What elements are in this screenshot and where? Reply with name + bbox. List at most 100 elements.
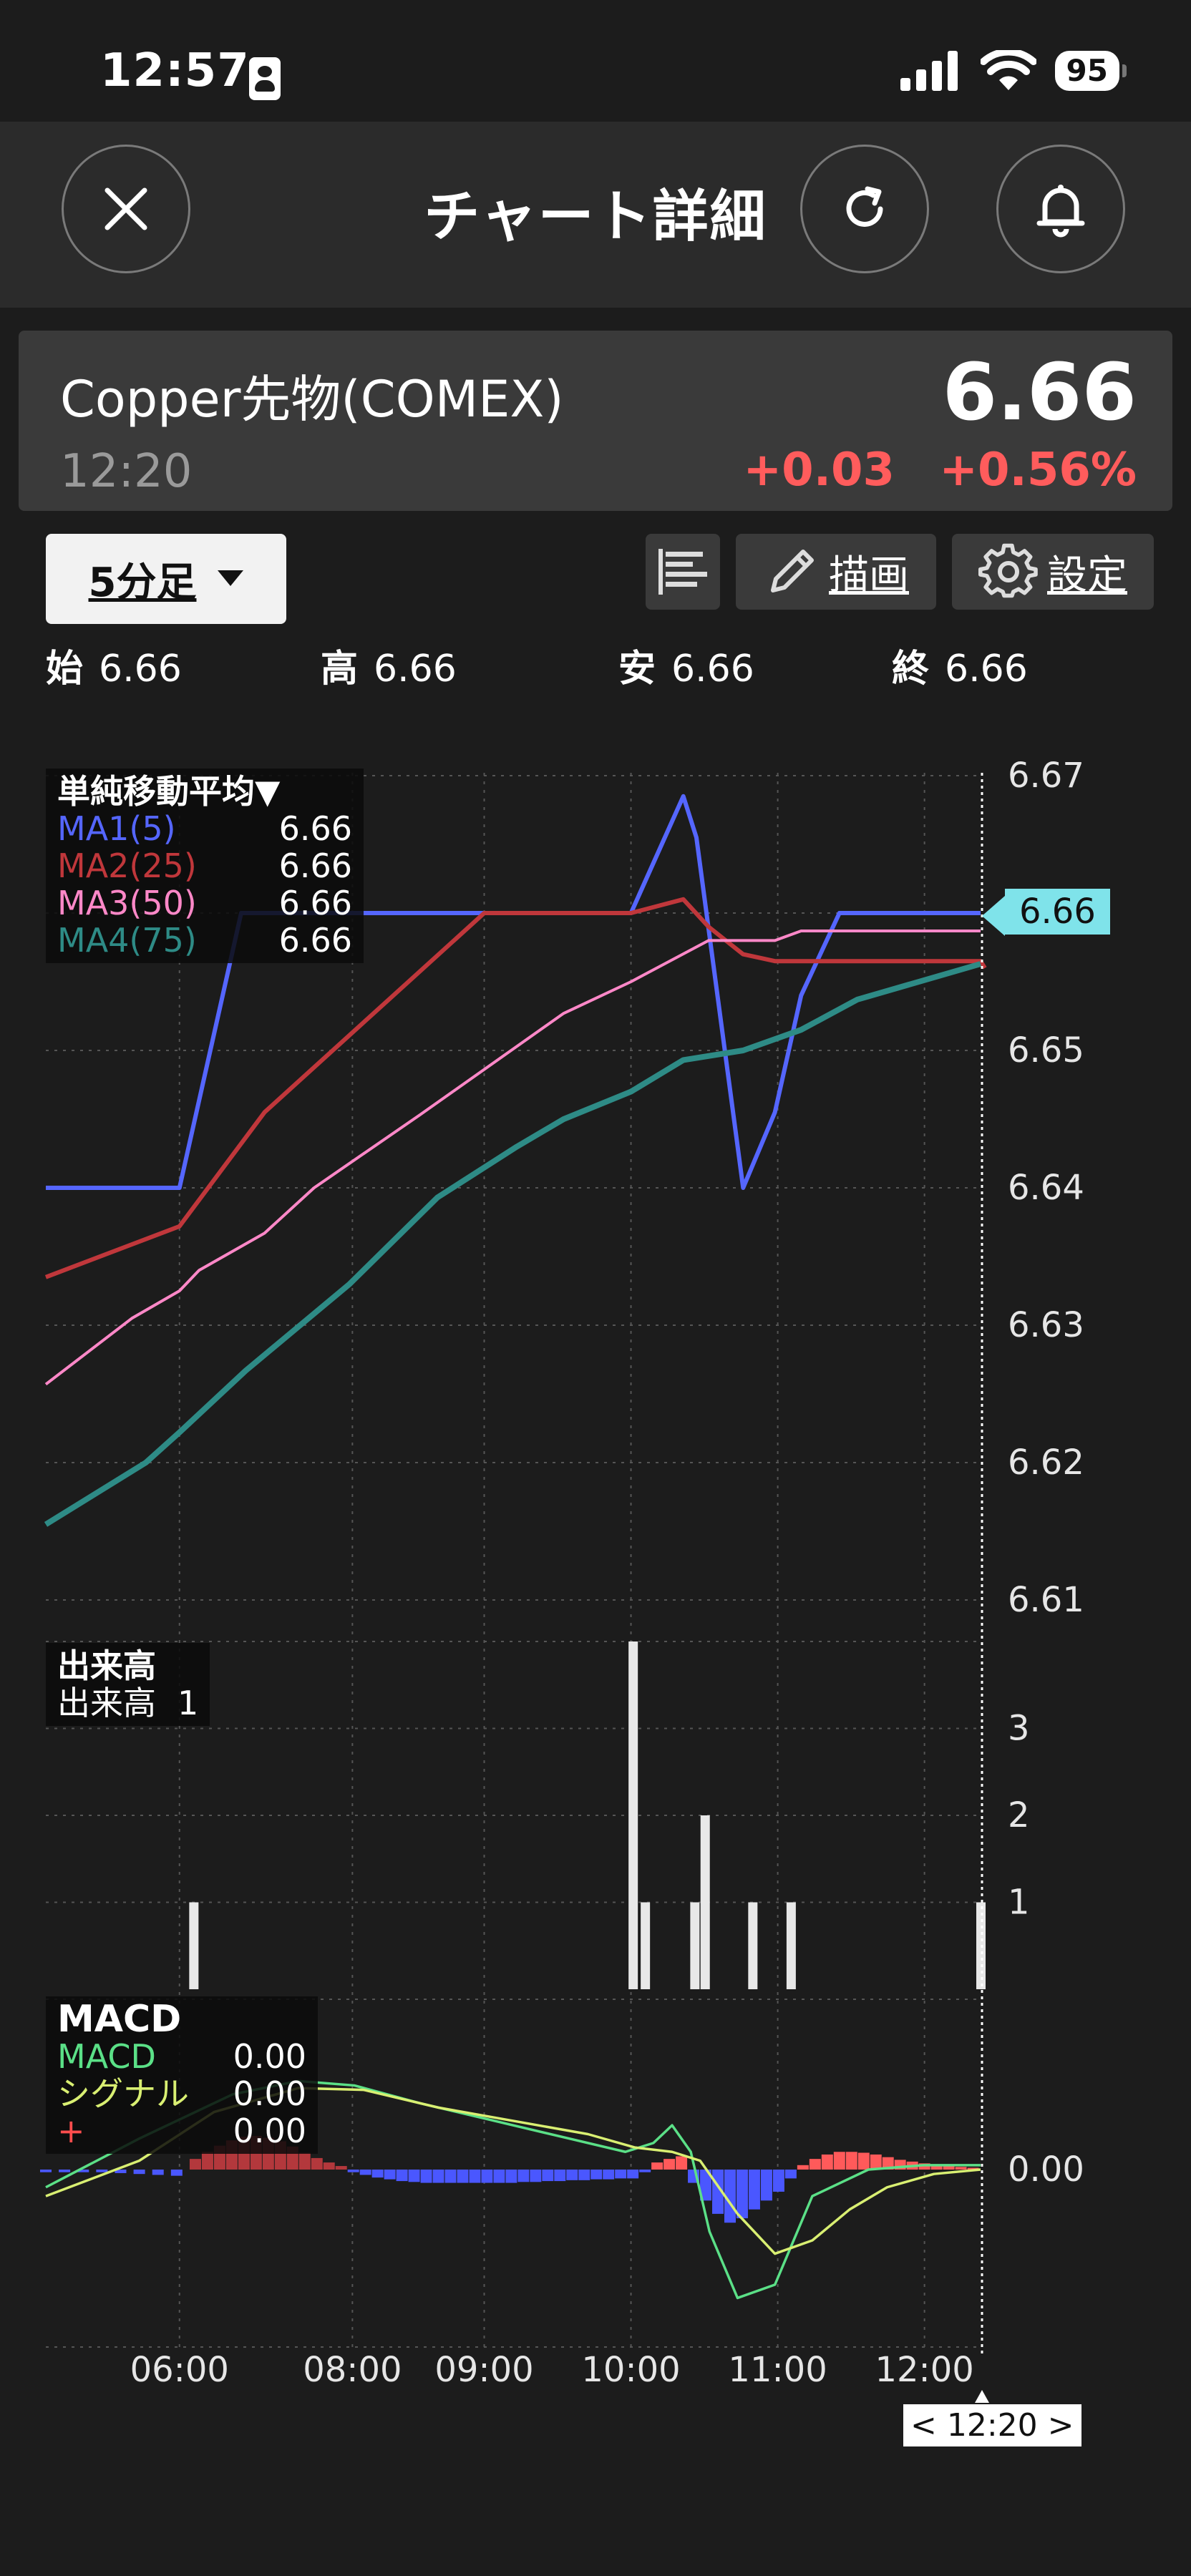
settings-button[interactable]: 設定 (952, 534, 1154, 610)
battery-cap (1122, 64, 1127, 77)
ohlc-high: 高 6.66 (321, 638, 457, 692)
last-price-tag: 6.66 (1005, 889, 1110, 935)
caret-down-icon (218, 570, 244, 586)
macd-histogram-bar (517, 2170, 530, 2182)
ma-legend-row: MA1(5) 6.66 (57, 810, 352, 847)
price-change-row: +0.03 +0.56% (744, 444, 1137, 497)
macd-histogram-bar (833, 2152, 845, 2170)
macd-histogram-bar (133, 2170, 145, 2175)
draw-button[interactable]: 描画 (736, 534, 936, 610)
macd-histogram-bar (797, 2165, 809, 2170)
price-tick-label: 6.67 (1008, 756, 1084, 796)
ma-legend-row: MA4(75) 6.66 (57, 922, 352, 959)
refresh-button[interactable] (800, 145, 929, 273)
ohlc-open: 始 6.66 (46, 638, 182, 692)
ohlc-close: 終 6.66 (892, 638, 1028, 692)
ma3-name: MA3(50) (57, 884, 197, 922)
price-tick-label: 6.63 (1008, 1305, 1084, 1345)
price-tick-label: 6.64 (1008, 1168, 1084, 1208)
volume-label: 出来高 (57, 1684, 156, 1722)
battery-level: 95 (1054, 51, 1119, 91)
cursor-time-tooltip[interactable]: < 12:20 > (903, 2404, 1081, 2446)
ma-legend-title: 単純移動平均▼ (57, 772, 281, 811)
hist-value: 0.00 (233, 2112, 306, 2150)
ohlc-high-label: 高 (321, 648, 359, 691)
macd-histogram-bar (96, 2170, 108, 2172)
volume-bar (700, 1815, 710, 1989)
volume-bar (189, 1902, 199, 1989)
quote-card: Copper先物(COMEX) 12:20 6.66 +0.03 +0.56% (19, 331, 1172, 511)
time-tick-label: 12:00 (875, 2350, 973, 2390)
ohlc-close-label: 終 (892, 648, 930, 691)
pencil-icon (771, 550, 814, 592)
macd-histogram-bar (566, 2170, 578, 2180)
hist-name: + (57, 2112, 85, 2150)
signal-name: シグナル (57, 2074, 189, 2113)
macd-histogram-bar (170, 2170, 183, 2176)
ma2-name: MA2(25) (57, 847, 197, 885)
ohlc-high-value: 6.66 (374, 648, 457, 691)
price-tag-pointer (982, 896, 1005, 936)
volume-tick-label: 3 (1008, 1709, 1030, 1749)
macd-histogram-bar (335, 2166, 347, 2170)
ma1-value: 6.66 (278, 809, 352, 848)
macd-histogram-bar (603, 2170, 615, 2180)
macd-histogram-bar (676, 2156, 688, 2170)
macd-histogram-bar (444, 2170, 457, 2183)
chart-list-button[interactable] (646, 534, 720, 610)
macd-histogram-bar (772, 2170, 784, 2192)
macd-histogram-bar (760, 2170, 772, 2201)
macd-legend: MACD MACD 0.00 シグナル 0.00 +0.00 (46, 1996, 318, 2154)
draw-label: 描画 (829, 552, 909, 599)
ma1-name: MA1(5) (57, 809, 176, 848)
macd-histogram-bar (201, 2152, 213, 2170)
alert-button[interactable] (996, 145, 1125, 273)
price-chart[interactable]: 6.67 6.66 6.65 6.64 6.63 6.62 6.61 3 2 1 0.00 06:00… (0, 744, 1191, 2490)
macd-histogram-bar (59, 2170, 71, 2172)
macd-histogram-bar (432, 2170, 444, 2183)
ma-legend-row: MA2(25) 6.66 (57, 847, 352, 884)
macd-histogram-bar (578, 2170, 590, 2180)
price-tick-label: 6.61 (1008, 1580, 1084, 1620)
macd-histogram-bar (396, 2170, 408, 2182)
volume-tick-label: 1 (1008, 1883, 1030, 1923)
macd-tick-label: 0.00 (1008, 2150, 1084, 2190)
time-tick-label: 11:00 (728, 2350, 827, 2390)
last-price: 6.66 (942, 346, 1137, 438)
gear-icon (978, 543, 1038, 598)
macd-value: 0.00 (233, 2037, 306, 2076)
timeframe-label: 5分足 (88, 559, 197, 606)
volume-tick-label: 2 (1008, 1795, 1030, 1835)
price-change: +0.03 (743, 444, 895, 497)
timeframe-dropdown[interactable]: 5分足 (46, 534, 286, 624)
macd-histogram-bar (615, 2170, 627, 2179)
wifi-icon (980, 50, 1036, 90)
time-tick-label: 08:00 (303, 2350, 402, 2390)
macd-histogram-bar (384, 2170, 396, 2180)
price-tick-label: 6.62 (1008, 1443, 1084, 1483)
macd-histogram-bar (627, 2170, 639, 2179)
macd-histogram-bar (639, 2170, 651, 2172)
macd-histogram-bar (311, 2157, 323, 2170)
macd-histogram-bar (857, 2152, 870, 2170)
id-card-icon (249, 57, 281, 100)
macd-legend-row: +0.00 (57, 2112, 306, 2150)
macd-histogram-bar (554, 2170, 566, 2182)
macd-legend-row: シグナル 0.00 (57, 2075, 306, 2112)
macd-histogram-bar (542, 2170, 554, 2182)
time-tick-label: 09:00 (434, 2350, 533, 2390)
macd-histogram-bar (347, 2170, 359, 2172)
list-icon (658, 549, 707, 595)
ma4-value: 6.66 (278, 921, 352, 960)
ohlc-open-value: 6.66 (99, 648, 182, 691)
instrument-name: Copper先物(COMEX) (60, 370, 564, 429)
macd-histogram-bar (189, 2159, 201, 2170)
volume-legend-title: 出来高 (57, 1646, 156, 1685)
macd-histogram-bar (371, 2170, 384, 2178)
status-time: 12:57 (100, 44, 250, 97)
volume-bar (690, 1902, 700, 1989)
ohlc-low-label: 安 (618, 648, 656, 691)
macd-histogram-bar (40, 2170, 52, 2172)
macd-histogram-bar (481, 2170, 493, 2183)
ma-legend[interactable]: 単純移動平均▼ MA1(5) 6.66 MA2(25) 6.66 MA3(50) 6.… (46, 769, 364, 963)
